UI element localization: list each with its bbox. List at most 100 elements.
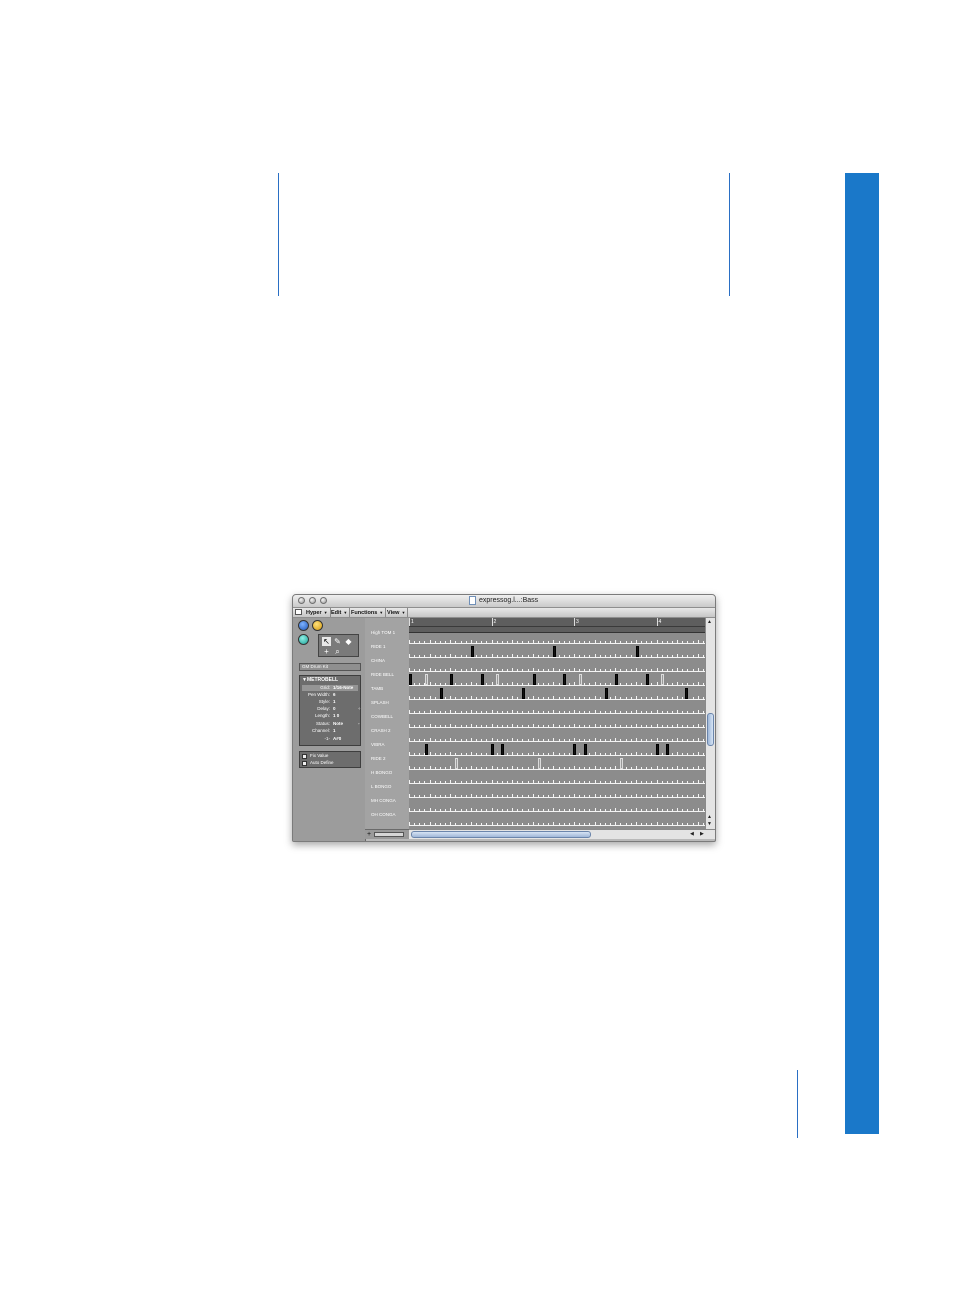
grid-tick xyxy=(620,725,622,727)
pencil-icon[interactable]: ✎ xyxy=(333,637,342,646)
parameter-box-title[interactable]: ▼METROBELL xyxy=(302,677,338,683)
zoom-slider[interactable] xyxy=(374,832,404,837)
channel-value[interactable]: 1 xyxy=(333,728,336,733)
status-value[interactable]: Note xyxy=(333,721,343,726)
lane-name[interactable]: CHINA xyxy=(371,658,385,663)
menu-edit[interactable]: Edit ▼ xyxy=(329,608,351,617)
hyper-event[interactable] xyxy=(455,758,459,769)
catch-icon[interactable] xyxy=(312,620,323,631)
grid-tick xyxy=(641,725,643,727)
hyper-event[interactable] xyxy=(490,744,494,755)
crosshair-icon[interactable]: + xyxy=(367,830,371,839)
eraser-icon[interactable]: ◆ xyxy=(344,637,353,646)
hyper-event[interactable] xyxy=(439,688,443,699)
vertical-scroll-thumb[interactable] xyxy=(707,713,714,746)
lane-name[interactable]: TAMB xyxy=(371,686,383,691)
auto-define-checkbox[interactable] xyxy=(302,761,307,766)
menu-hyper[interactable]: Hyper ▼ xyxy=(304,608,331,617)
drum-kit-field[interactable]: GM Drum Kit xyxy=(299,663,361,671)
lane-name[interactable]: SPLASH xyxy=(371,700,389,705)
grid-tick xyxy=(491,710,493,713)
hyper-event[interactable] xyxy=(424,744,428,755)
hyper-event[interactable] xyxy=(409,674,412,685)
lane-name[interactable]: COWBELL xyxy=(371,714,393,719)
crosshair-icon[interactable]: + xyxy=(322,647,331,656)
close-button[interactable] xyxy=(298,597,305,604)
hyper-event[interactable] xyxy=(496,674,500,685)
lane-name[interactable]: RIDE BELL xyxy=(371,672,394,677)
lane-name[interactable]: RIDE 2 xyxy=(371,756,386,761)
hyper-event[interactable] xyxy=(553,646,557,657)
hyper-event[interactable] xyxy=(666,744,670,755)
midi-out-icon[interactable] xyxy=(298,634,309,645)
vertical-scrollbar[interactable]: ▲ ▲ ▼ xyxy=(705,618,715,829)
lane-name[interactable]: L BONGO xyxy=(371,784,391,789)
horizontal-scroll-thumb[interactable] xyxy=(411,831,591,838)
hyper-event[interactable] xyxy=(480,674,484,685)
hyper-event[interactable] xyxy=(578,674,582,685)
hyper-event[interactable] xyxy=(583,744,587,755)
grid-value[interactable]: 1/16-Note xyxy=(333,685,353,690)
zoom-button[interactable] xyxy=(320,597,327,604)
lane-name[interactable]: CRASH 2 xyxy=(371,728,391,733)
hyper-event[interactable] xyxy=(501,744,505,755)
zoom-icon[interactable]: ⌕ xyxy=(333,647,342,656)
grid-tick xyxy=(512,724,514,727)
lane-name[interactable]: MH CONGA xyxy=(371,798,396,803)
status-menu-icon[interactable]: ◦ xyxy=(358,721,360,726)
grid-tick xyxy=(419,781,421,783)
hyper-event[interactable] xyxy=(615,674,619,685)
hyper-event[interactable] xyxy=(537,758,541,769)
lane-name[interactable]: High TOM 1 xyxy=(371,630,395,635)
hyper-icon[interactable] xyxy=(298,620,309,631)
hyper-event[interactable] xyxy=(573,744,577,755)
scroll-down-icon[interactable]: ▼ xyxy=(707,821,712,827)
hyper-event[interactable] xyxy=(563,674,567,685)
menu-view[interactable]: View ▼ xyxy=(385,608,409,617)
grid-tick xyxy=(615,696,617,699)
bar-ruler[interactable]: 1 2 3 4 xyxy=(409,618,707,633)
grid-tick xyxy=(677,794,679,797)
scroll-left-icon[interactable]: ◀ xyxy=(690,831,694,837)
hyper-event[interactable] xyxy=(661,674,665,685)
grid-tick xyxy=(661,711,663,713)
horizontal-scrollbar[interactable]: ◀ ▶ xyxy=(409,829,715,839)
minimize-button[interactable] xyxy=(309,597,316,604)
style-value[interactable]: 1 xyxy=(333,699,336,704)
grid-tick xyxy=(445,823,447,825)
pitch-value[interactable]: A#0 xyxy=(333,736,341,741)
delay-stepper-icon[interactable]: ÷ xyxy=(358,706,360,711)
hyper-event[interactable] xyxy=(450,674,454,685)
hyper-event[interactable] xyxy=(635,646,639,657)
hyper-event[interactable] xyxy=(532,674,536,685)
hyper-event[interactable] xyxy=(655,744,659,755)
hyper-event[interactable] xyxy=(470,646,474,657)
pointer-icon[interactable]: ↖ xyxy=(322,637,331,646)
grid-tick xyxy=(424,711,426,713)
hyper-event[interactable] xyxy=(645,674,649,685)
hyper-event[interactable] xyxy=(604,688,608,699)
grid-tick xyxy=(414,711,416,713)
lane-name[interactable]: RIDE 1 xyxy=(371,644,386,649)
title-bar[interactable]: expressog.l...:Bass xyxy=(293,595,715,608)
hyper-event[interactable] xyxy=(522,688,526,699)
delay-value[interactable]: 0 xyxy=(333,706,336,711)
grid-tick xyxy=(671,823,673,825)
grid-tick xyxy=(548,697,550,699)
lane-name[interactable]: VIBRA xyxy=(371,742,385,747)
fix-value-checkbox[interactable] xyxy=(302,754,307,759)
pen-width-value[interactable]: 6 xyxy=(333,692,336,697)
lane-name[interactable]: OH CONGA xyxy=(371,812,396,817)
scroll-right-icon[interactable]: ▶ xyxy=(700,831,704,837)
menu-functions[interactable]: Functions ▼ xyxy=(349,608,387,617)
hyper-event[interactable] xyxy=(424,674,428,685)
grid-tick xyxy=(568,655,570,657)
lane-name[interactable]: H BONGO xyxy=(371,770,392,775)
length-value[interactable]: 1 0 xyxy=(333,713,339,718)
scroll-up-icon[interactable]: ▲ xyxy=(707,619,712,625)
hyper-event[interactable] xyxy=(684,688,688,699)
scroll-up-arrow-icon[interactable]: ▲ xyxy=(707,814,712,820)
hyper-event[interactable] xyxy=(620,758,624,769)
event-lanes[interactable] xyxy=(409,633,705,829)
window-icon[interactable] xyxy=(295,609,302,615)
